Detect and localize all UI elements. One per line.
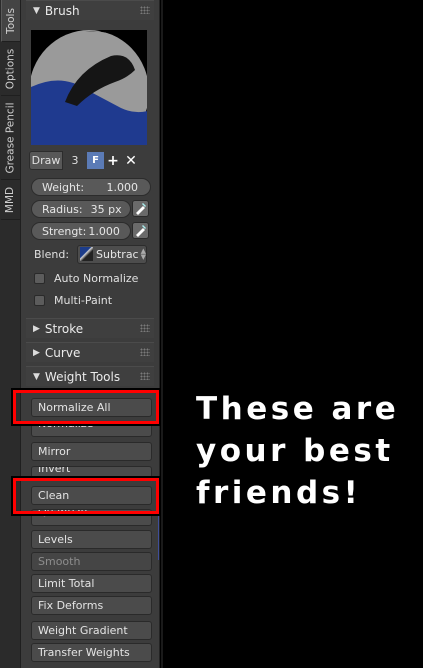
tab-tools[interactable]: Tools	[1, 0, 20, 42]
tab-options[interactable]: Options	[1, 42, 20, 96]
blend-row: Blend: Subtrac ▲ ▼	[34, 244, 147, 264]
mirror-button[interactable]: Mirror	[31, 442, 152, 461]
drag-grip-icon[interactable]	[140, 372, 150, 380]
brush-select-button[interactable]: Draw	[29, 151, 63, 170]
fix-deforms-button[interactable]: Fix Deforms	[31, 596, 152, 615]
brush-preview-image	[31, 30, 147, 145]
panel-scrollbar[interactable]	[161, 0, 163, 668]
pressure-strength-icon[interactable]	[132, 222, 149, 239]
brush-panel-header[interactable]: ▼ Brush	[26, 0, 154, 20]
tab-grease-pencil[interactable]: Grease Pencil	[1, 96, 20, 180]
checkbox-box[interactable]	[34, 294, 45, 306]
brush-preview[interactable]	[31, 30, 147, 145]
collapse-triangle-icon: ▼	[33, 371, 40, 382]
drag-grip-icon[interactable]	[140, 6, 150, 14]
auto-normalize-checkbox[interactable]: Auto Normalize	[34, 270, 138, 286]
weight-slider[interactable]: Weight: 1.000	[31, 178, 151, 196]
tab-mmd[interactable]: MMD	[1, 180, 20, 220]
invert-button[interactable]: Invert	[31, 466, 152, 478]
drag-grip-icon[interactable]	[140, 348, 150, 356]
stroke-panel-header[interactable]: ▶ Stroke	[26, 318, 154, 338]
limit-total-button[interactable]: Limit Total	[31, 574, 152, 593]
blend-thumbnail-icon	[80, 247, 94, 261]
remove-brush-icon[interactable]: ✕	[122, 152, 140, 169]
multi-paint-checkbox[interactable]: Multi-Paint	[34, 292, 112, 308]
weight-tools-panel-header[interactable]: ▼ Weight Tools	[26, 366, 154, 386]
brush-users-count: 3	[63, 151, 87, 170]
transfer-weights-button[interactable]: Transfer Weights	[31, 643, 152, 662]
collapse-triangle-icon: ▼	[33, 5, 40, 16]
add-brush-icon[interactable]: +	[104, 152, 122, 169]
weight-gradient-button[interactable]: Weight Gradient	[31, 621, 152, 640]
annotation-caption: These are your best friends!	[196, 391, 400, 511]
levels-button[interactable]: Levels	[31, 530, 152, 549]
checkbox-box[interactable]	[34, 272, 45, 284]
updown-arrows-icon: ▲ ▼	[140, 247, 146, 261]
fake-user-button[interactable]: F	[87, 152, 104, 169]
highlight-normalize-all	[11, 388, 161, 426]
expand-triangle-icon: ▶	[33, 347, 40, 358]
tab-strip: Tools Options Grease Pencil MMD	[0, 0, 21, 668]
smooth-button[interactable]: Smooth	[31, 552, 152, 571]
brush-datablock-row: Draw 3 F + ✕	[29, 151, 140, 170]
drag-grip-icon[interactable]	[140, 324, 150, 332]
tool-shelf-panel: ▼ Brush Draw 3 F + ✕ Weight: 1.000 Radiu…	[21, 0, 160, 668]
curve-panel-header[interactable]: ▶ Curve	[26, 342, 154, 362]
pressure-radius-icon[interactable]	[132, 200, 149, 217]
highlight-clean	[11, 476, 161, 516]
expand-triangle-icon: ▶	[33, 323, 40, 334]
blend-mode-select[interactable]: Subtrac ▲ ▼	[77, 244, 147, 264]
strength-slider[interactable]: Strengt: 1.000	[31, 222, 131, 240]
radius-slider[interactable]: Radius: 35 px	[31, 200, 131, 218]
